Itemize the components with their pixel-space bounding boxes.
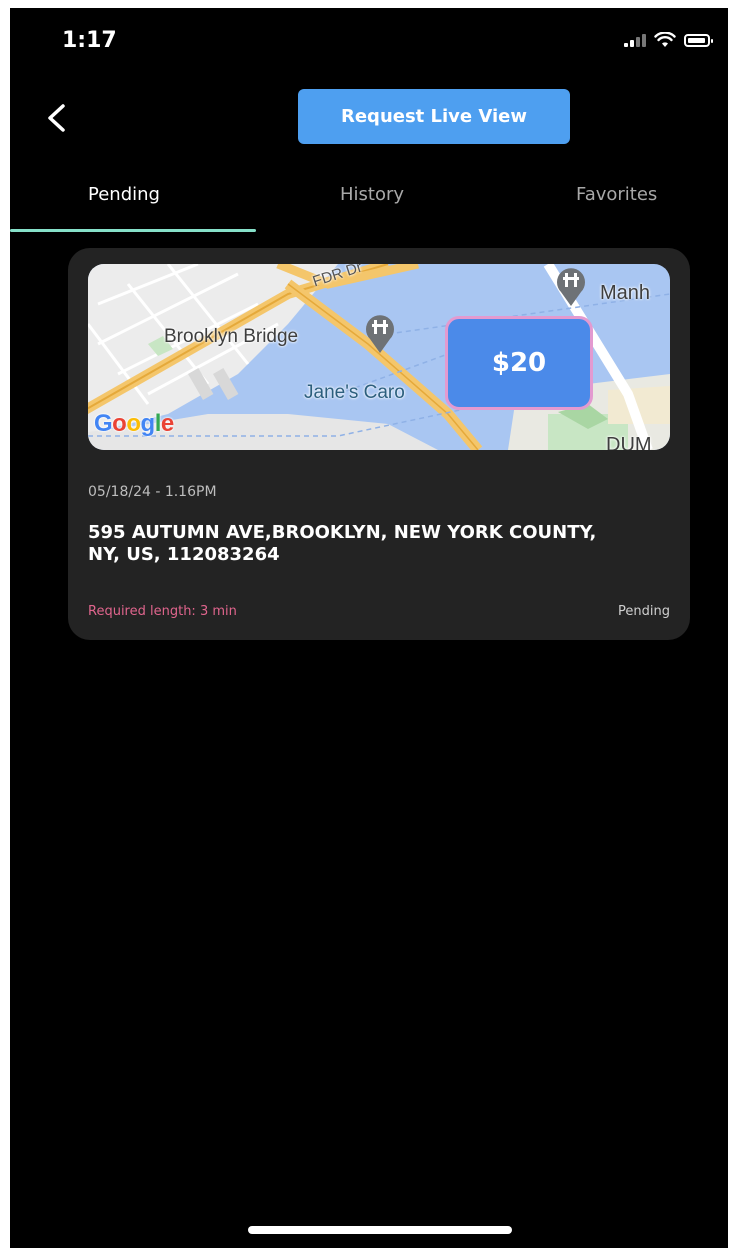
status-bar: 1:17 xyxy=(10,8,728,68)
active-tab-indicator xyxy=(10,229,256,232)
app-screen: 1:17 Request Live View Pending History F… xyxy=(10,8,728,1248)
price-badge: $20 xyxy=(445,316,593,410)
chevron-left-icon xyxy=(48,104,65,132)
battery-icon xyxy=(684,33,713,47)
request-datetime: 05/18/24 - 1.16PM xyxy=(88,484,217,500)
tab-favorites[interactable]: Favorites xyxy=(576,184,657,205)
home-indicator[interactable] xyxy=(248,1226,512,1234)
wifi-icon xyxy=(654,32,676,47)
back-button[interactable] xyxy=(36,98,76,138)
request-card[interactable]: FDR Dr Brooklyn Bridge Jane's Caro Manh … xyxy=(68,248,690,640)
tab-pending[interactable]: Pending xyxy=(88,184,160,205)
required-length: Required length: 3 min xyxy=(88,604,237,619)
request-address: 595 AUTUMN AVE,BROOKLYN, NEW YORK COUNTY… xyxy=(88,522,597,565)
map-thumbnail[interactable]: FDR Dr Brooklyn Bridge Jane's Caro Manh … xyxy=(88,264,670,450)
map-label-carousel: Jane's Caro xyxy=(304,382,405,403)
request-live-view-button[interactable]: Request Live View xyxy=(298,89,570,144)
status-icons xyxy=(624,32,713,48)
bridge-pin-icon xyxy=(366,315,394,353)
map-label-manhattan: Manh xyxy=(600,282,651,304)
status-time: 1:17 xyxy=(62,28,117,53)
tab-history[interactable]: History xyxy=(340,184,404,205)
request-status: Pending xyxy=(618,604,670,619)
tab-bar: Pending History Favorites xyxy=(10,174,728,236)
bridge-pin-icon-2 xyxy=(557,268,585,306)
map-label-bridge: Brooklyn Bridge xyxy=(164,326,299,347)
map-label-dumbo: DUM xyxy=(606,434,652,450)
signal-icon xyxy=(624,33,646,47)
google-logo: Google xyxy=(94,410,174,437)
